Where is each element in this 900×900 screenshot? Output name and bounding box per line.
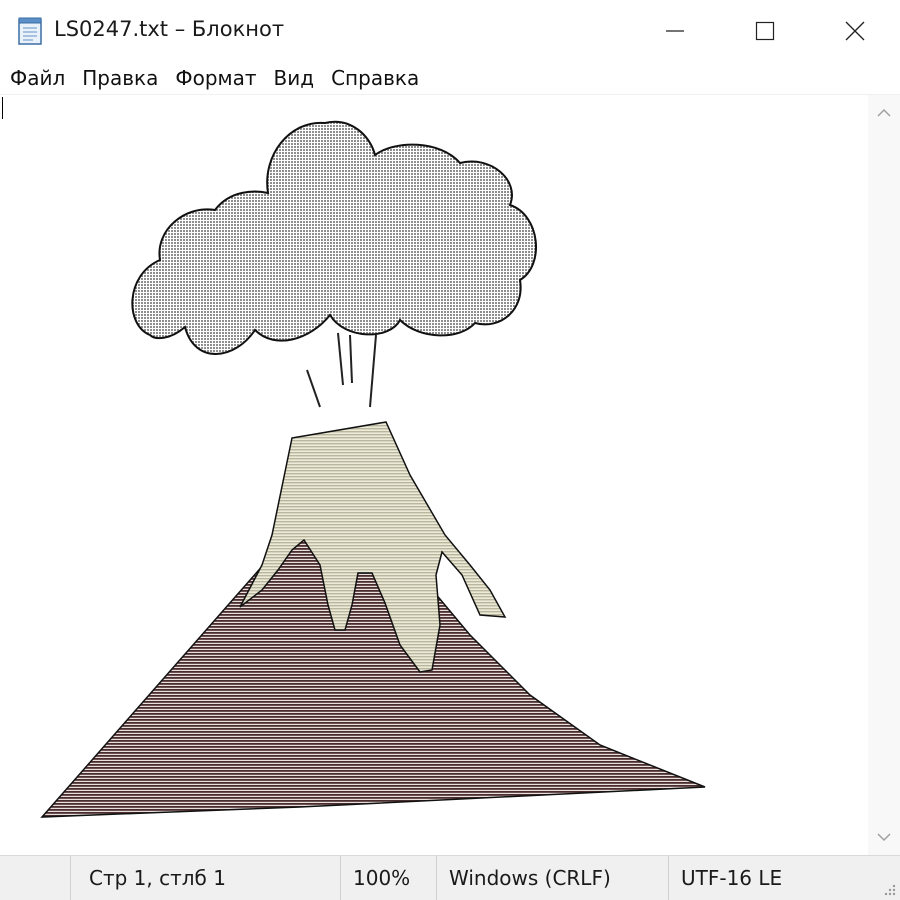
chevron-down-icon (877, 833, 891, 842)
scroll-up-button[interactable] (868, 95, 900, 131)
encoding: UTF-16 LE (668, 856, 868, 900)
title-bar[interactable]: LS0247.txt – Блокнот (0, 0, 900, 62)
close-icon (845, 21, 865, 41)
window-title: LS0247.txt – Блокнот (54, 17, 285, 41)
maximize-icon (755, 21, 775, 41)
text-editor[interactable] (0, 95, 868, 855)
zoom-level: 100% (340, 856, 436, 900)
smoke-line-2 (337, 332, 344, 386)
notepad-icon (18, 17, 42, 45)
menu-format[interactable]: Формат (166, 63, 264, 93)
chevron-up-icon (877, 108, 891, 117)
vertical-scrollbar[interactable] (868, 95, 900, 855)
line-ending: Windows (CRLF) (436, 856, 668, 900)
status-bar: Стр 1, стлб 1 100% Windows (CRLF) UTF-16… (0, 855, 900, 900)
volcano-ascii-art (40, 120, 706, 818)
scroll-down-button[interactable] (868, 819, 900, 855)
smoke-line-3 (349, 334, 353, 384)
menu-file[interactable]: Файл (0, 63, 73, 93)
notepad-window: LS0247.txt – Блокнот Файл Правка Формат … (0, 0, 900, 900)
cloud-shape (131, 120, 537, 355)
smoke-line-1 (306, 369, 321, 408)
minimize-button[interactable] (630, 0, 720, 62)
maximize-button[interactable] (720, 0, 810, 62)
menu-bar: Файл Правка Формат Вид Справка (0, 62, 900, 94)
resize-grip-icon[interactable] (882, 882, 896, 896)
menu-help[interactable]: Справка (322, 63, 427, 93)
minimize-icon (666, 30, 684, 32)
menu-edit[interactable]: Правка (73, 63, 166, 93)
cursor-position: Стр 1, стлб 1 (70, 856, 340, 900)
smoke-line-4 (369, 334, 377, 408)
menu-view[interactable]: Вид (265, 63, 323, 93)
close-button[interactable] (810, 0, 900, 62)
